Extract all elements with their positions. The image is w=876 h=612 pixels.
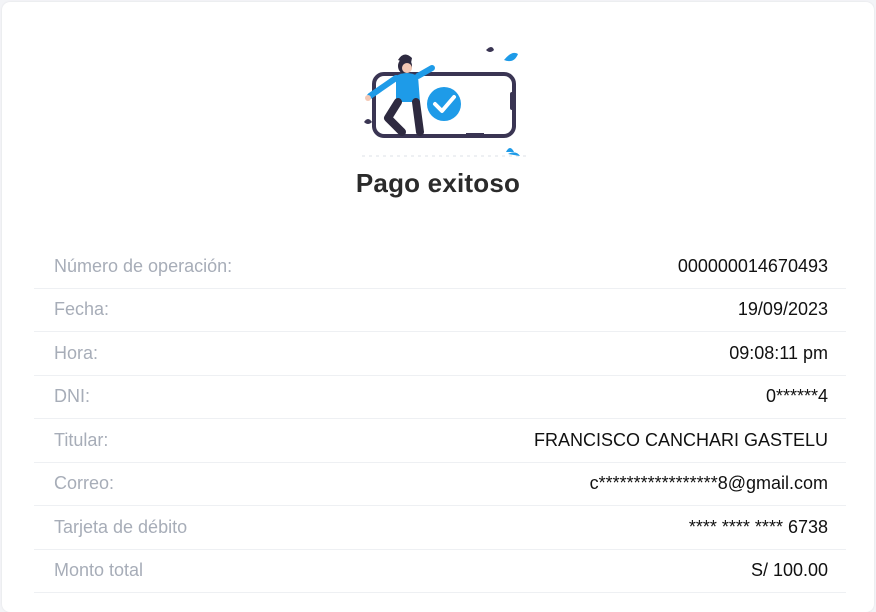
detail-row-date: Fecha: 19/09/2023: [34, 289, 846, 332]
card-value: **** **** **** 6738: [688, 516, 828, 537]
success-payment-illustration: [362, 47, 526, 157]
time-value: 09:08:11 pm: [729, 342, 828, 363]
card-label: Tarjeta de débito: [54, 516, 188, 537]
time-label: Hora:: [54, 342, 99, 363]
holder-label: Titular:: [54, 429, 109, 450]
check-circle-icon: [427, 87, 461, 121]
operation-label: Número de operación:: [54, 255, 233, 276]
receipt-details: Número de operación: 000000014670493 Fec…: [34, 245, 846, 593]
dni-label: DNI:: [54, 386, 90, 407]
date-label: Fecha:: [54, 299, 110, 320]
receipt-card: Pago exitoso Número de operación: 000000…: [2, 2, 874, 612]
amount-label: Monto total: [54, 560, 144, 581]
detail-row-operation: Número de operación: 000000014670493: [34, 245, 846, 289]
detail-row-time: Hora: 09:08:11 pm: [34, 332, 846, 376]
detail-row-dni: DNI: 0******4: [34, 376, 846, 419]
page-title: Pago exitoso: [355, 168, 521, 198]
detail-row-card: Tarjeta de débito **** **** **** 6738: [34, 506, 846, 550]
dni-value: 0******4: [765, 386, 828, 407]
detail-row-amount: Monto total S/ 100.00: [34, 550, 846, 593]
holder-value: FRANCISCO CANCHARI GASTELU: [533, 429, 828, 450]
email-value: c*****************8@gmail.com: [589, 473, 828, 494]
amount-value: S/ 100.00: [750, 560, 828, 581]
detail-row-holder: Titular: FRANCISCO CANCHARI GASTELU: [34, 419, 846, 463]
detail-row-email: Correo: c*****************8@gmail.com: [34, 463, 846, 506]
operation-value: 000000014670493: [677, 255, 828, 276]
email-label: Correo:: [54, 473, 115, 494]
date-value: 19/09/2023: [737, 299, 828, 320]
